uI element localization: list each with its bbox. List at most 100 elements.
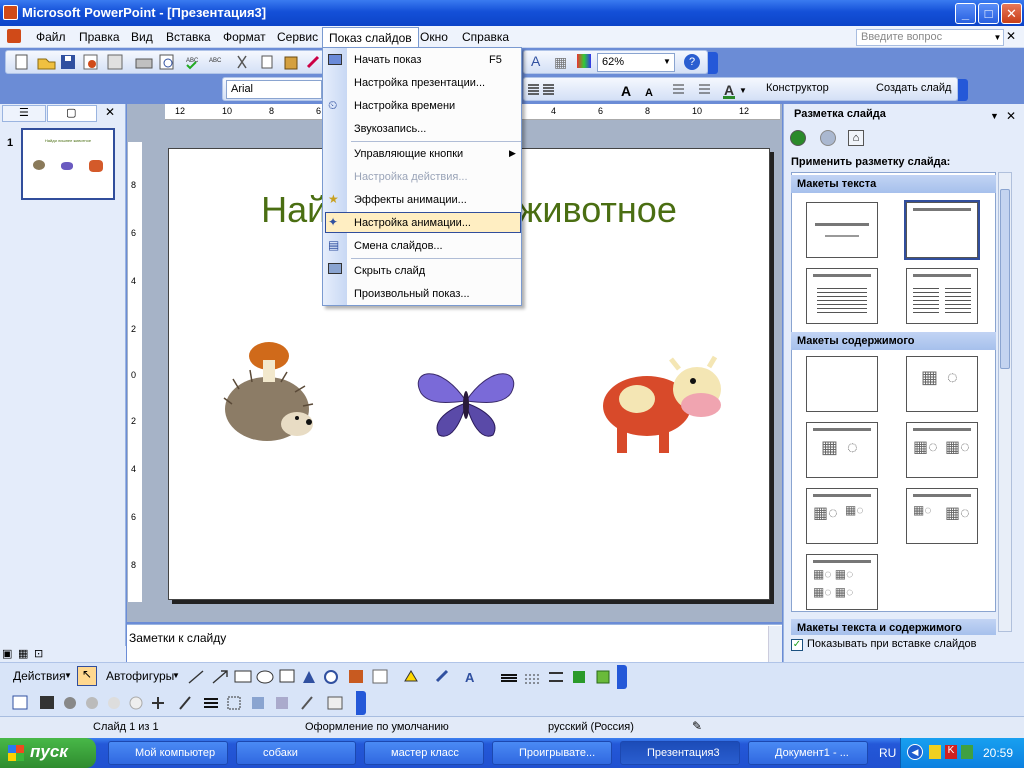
toolbar-options-icon[interactable] — [708, 52, 718, 74]
menu-custom-animation[interactable]: Настройка анимации... — [354, 217, 471, 229]
more-contrast-icon — [64, 697, 76, 709]
format-toolbar-options-icon[interactable] — [958, 79, 968, 101]
hedgehog-image[interactable] — [217, 334, 317, 444]
hruler-tick: 6 — [598, 106, 604, 116]
task-presentation3[interactable]: Презентация3 — [620, 741, 740, 765]
menu-start-show[interactable]: Начать показ — [354, 54, 421, 66]
copy-icon — [261, 55, 273, 69]
notes-pane[interactable]: Заметки к слайду — [127, 624, 782, 662]
menu-help[interactable]: Справка — [462, 30, 509, 44]
menu-file[interactable]: Файл — [36, 30, 66, 44]
tray-network-icon[interactable] — [961, 745, 973, 759]
layout-title-slide[interactable] — [806, 202, 878, 258]
actions-menu[interactable]: Действия — [13, 669, 66, 683]
task-player[interactable]: Проигрывате... — [492, 741, 612, 765]
help-icon[interactable]: ? — [684, 54, 700, 70]
close-doc-icon[interactable]: ✕ — [1006, 29, 1016, 43]
show-on-insert-checkbox[interactable]: ✓ — [791, 639, 803, 651]
layout-blank[interactable] — [806, 356, 878, 412]
home-icon[interactable]: ⌂ — [848, 130, 864, 146]
slides-icon: ▢ — [66, 107, 77, 119]
vruler-tick: 6 — [131, 228, 137, 238]
picture-toolbar-options-icon[interactable] — [356, 691, 366, 715]
menu-slide-transition[interactable]: Смена слайдов... — [354, 240, 443, 252]
layout-title-two-content-b[interactable]: ▦◌ ▦◌ — [906, 488, 978, 544]
minimize-button[interactable]: _ — [955, 3, 976, 24]
layout-title-two-columns[interactable] — [906, 268, 978, 324]
notes-scrollbar[interactable] — [768, 626, 782, 662]
powerpoint-app-icon[interactable] — [3, 5, 18, 20]
menu-animation-schemes[interactable]: Эффекты анимации... — [354, 194, 467, 206]
maximize-button[interactable]: □ — [978, 3, 999, 24]
autoshapes-dropdown-icon[interactable]: ▼ — [172, 671, 180, 680]
font-name-select[interactable]: Arial — [226, 80, 322, 99]
tray-antivirus-icon[interactable]: K — [945, 745, 957, 759]
menu-tools[interactable]: Сервис — [277, 30, 318, 44]
select-pointer-icon[interactable]: ↖ — [77, 666, 97, 686]
sorter-view-icon[interactable]: ▦ — [18, 647, 28, 660]
tab-slides[interactable]: ▢ — [47, 105, 97, 122]
task-master-class[interactable]: мастер класс — [364, 741, 484, 765]
language-indicator[interactable]: RU — [879, 746, 896, 760]
task-pane-menu-icon[interactable]: ▼ — [990, 111, 999, 121]
menu-setup-show[interactable]: Настройка презентации... — [354, 77, 485, 89]
view-buttons: ▣ ▦ ⊡ — [0, 646, 126, 662]
menu-action-settings[interactable]: Настройка действия... — [354, 171, 468, 183]
help-search-input[interactable]: Введите вопрос — [856, 29, 1004, 46]
drawing-toolbar-options-icon[interactable] — [617, 665, 627, 689]
menu-insert[interactable]: Вставка — [166, 30, 211, 44]
color-icon — [40, 696, 54, 709]
doc-icon[interactable] — [7, 29, 21, 43]
butterfly-image[interactable] — [409, 361, 524, 443]
menu-format[interactable]: Формат — [223, 30, 266, 44]
text-box-icon[interactable]: A — [531, 53, 540, 69]
picture-icon — [372, 669, 388, 684]
autoshapes-menu[interactable]: Автофигуры — [106, 669, 174, 683]
menu-window[interactable]: Окно — [420, 30, 448, 44]
tray-back-icon[interactable]: ◀ — [907, 744, 923, 760]
close-button[interactable]: ✕ — [1001, 3, 1022, 24]
arrow-icon — [212, 670, 228, 684]
layout-content[interactable]: ▦ ◌ — [906, 356, 978, 412]
zoom-dropdown-icon[interactable]: ▼ — [663, 57, 671, 66]
layout-title-text[interactable] — [806, 268, 878, 324]
menu-rehearse-timings[interactable]: Настройка времени — [354, 100, 455, 112]
table-icon[interactable]: ▦ — [554, 54, 567, 71]
close-pane-icon[interactable]: ✕ — [105, 105, 115, 119]
tray-app-icon[interactable] — [929, 745, 941, 759]
standard-toolbar-icons: ABC ABC — [15, 54, 320, 70]
menu-custom-show[interactable]: Произвольный показ... — [354, 288, 470, 300]
menu-slideshow[interactable]: Показ слайдов — [322, 27, 419, 49]
layout-title-only[interactable] — [904, 200, 980, 260]
task-sobaki[interactable]: собаки — [236, 741, 356, 765]
help-dropdown-icon[interactable]: ▼ — [992, 30, 1003, 45]
3d-icon — [596, 670, 610, 684]
menu-record-narration[interactable]: Звукозапись... — [354, 123, 426, 135]
cow-image[interactable] — [597, 351, 727, 461]
menu-action-buttons[interactable]: Управляющие кнопки — [354, 148, 463, 160]
task-my-computer[interactable]: Мой компьютер — [108, 741, 228, 765]
svg-text:▼: ▼ — [739, 86, 747, 95]
task-pane-close-icon[interactable]: ✕ — [1006, 109, 1016, 123]
color-grayscale-icon[interactable] — [577, 54, 591, 68]
layouts-scrollbar[interactable] — [998, 172, 1012, 632]
task-document1[interactable]: Документ1 - ... — [748, 741, 868, 765]
menu-edit[interactable]: Правка — [79, 30, 120, 44]
layout-title-content-two[interactable]: ▦◌ ▦◌ — [806, 488, 878, 544]
slide-thumbnail[interactable]: Найди лишнее животное — [21, 128, 115, 200]
start-button[interactable]: пуск — [0, 738, 96, 768]
layout-title-four-content[interactable]: ▦◌ ▦◌ ▦◌ ▦◌ — [806, 554, 878, 610]
forward-icon[interactable] — [820, 130, 836, 146]
menu-hide-slide[interactable]: Скрыть слайд — [354, 265, 425, 277]
layout-title-content[interactable]: ▦ ◌ — [806, 422, 878, 478]
start-show-icon — [328, 54, 342, 65]
normal-view-icon[interactable]: ▣ — [2, 647, 12, 660]
layout-title-two-content[interactable]: ▦◌ ▦◌ — [906, 422, 978, 478]
designer-button[interactable]: Конструктор — [766, 82, 829, 94]
back-icon[interactable] — [790, 130, 806, 146]
actions-dropdown-icon[interactable]: ▼ — [64, 671, 72, 680]
slideshow-view-icon[interactable]: ⊡ — [34, 647, 43, 660]
new-slide-button[interactable]: Создать слайд — [876, 82, 951, 94]
menu-view[interactable]: Вид — [131, 30, 153, 44]
tab-outline[interactable]: ☰ — [2, 105, 46, 122]
